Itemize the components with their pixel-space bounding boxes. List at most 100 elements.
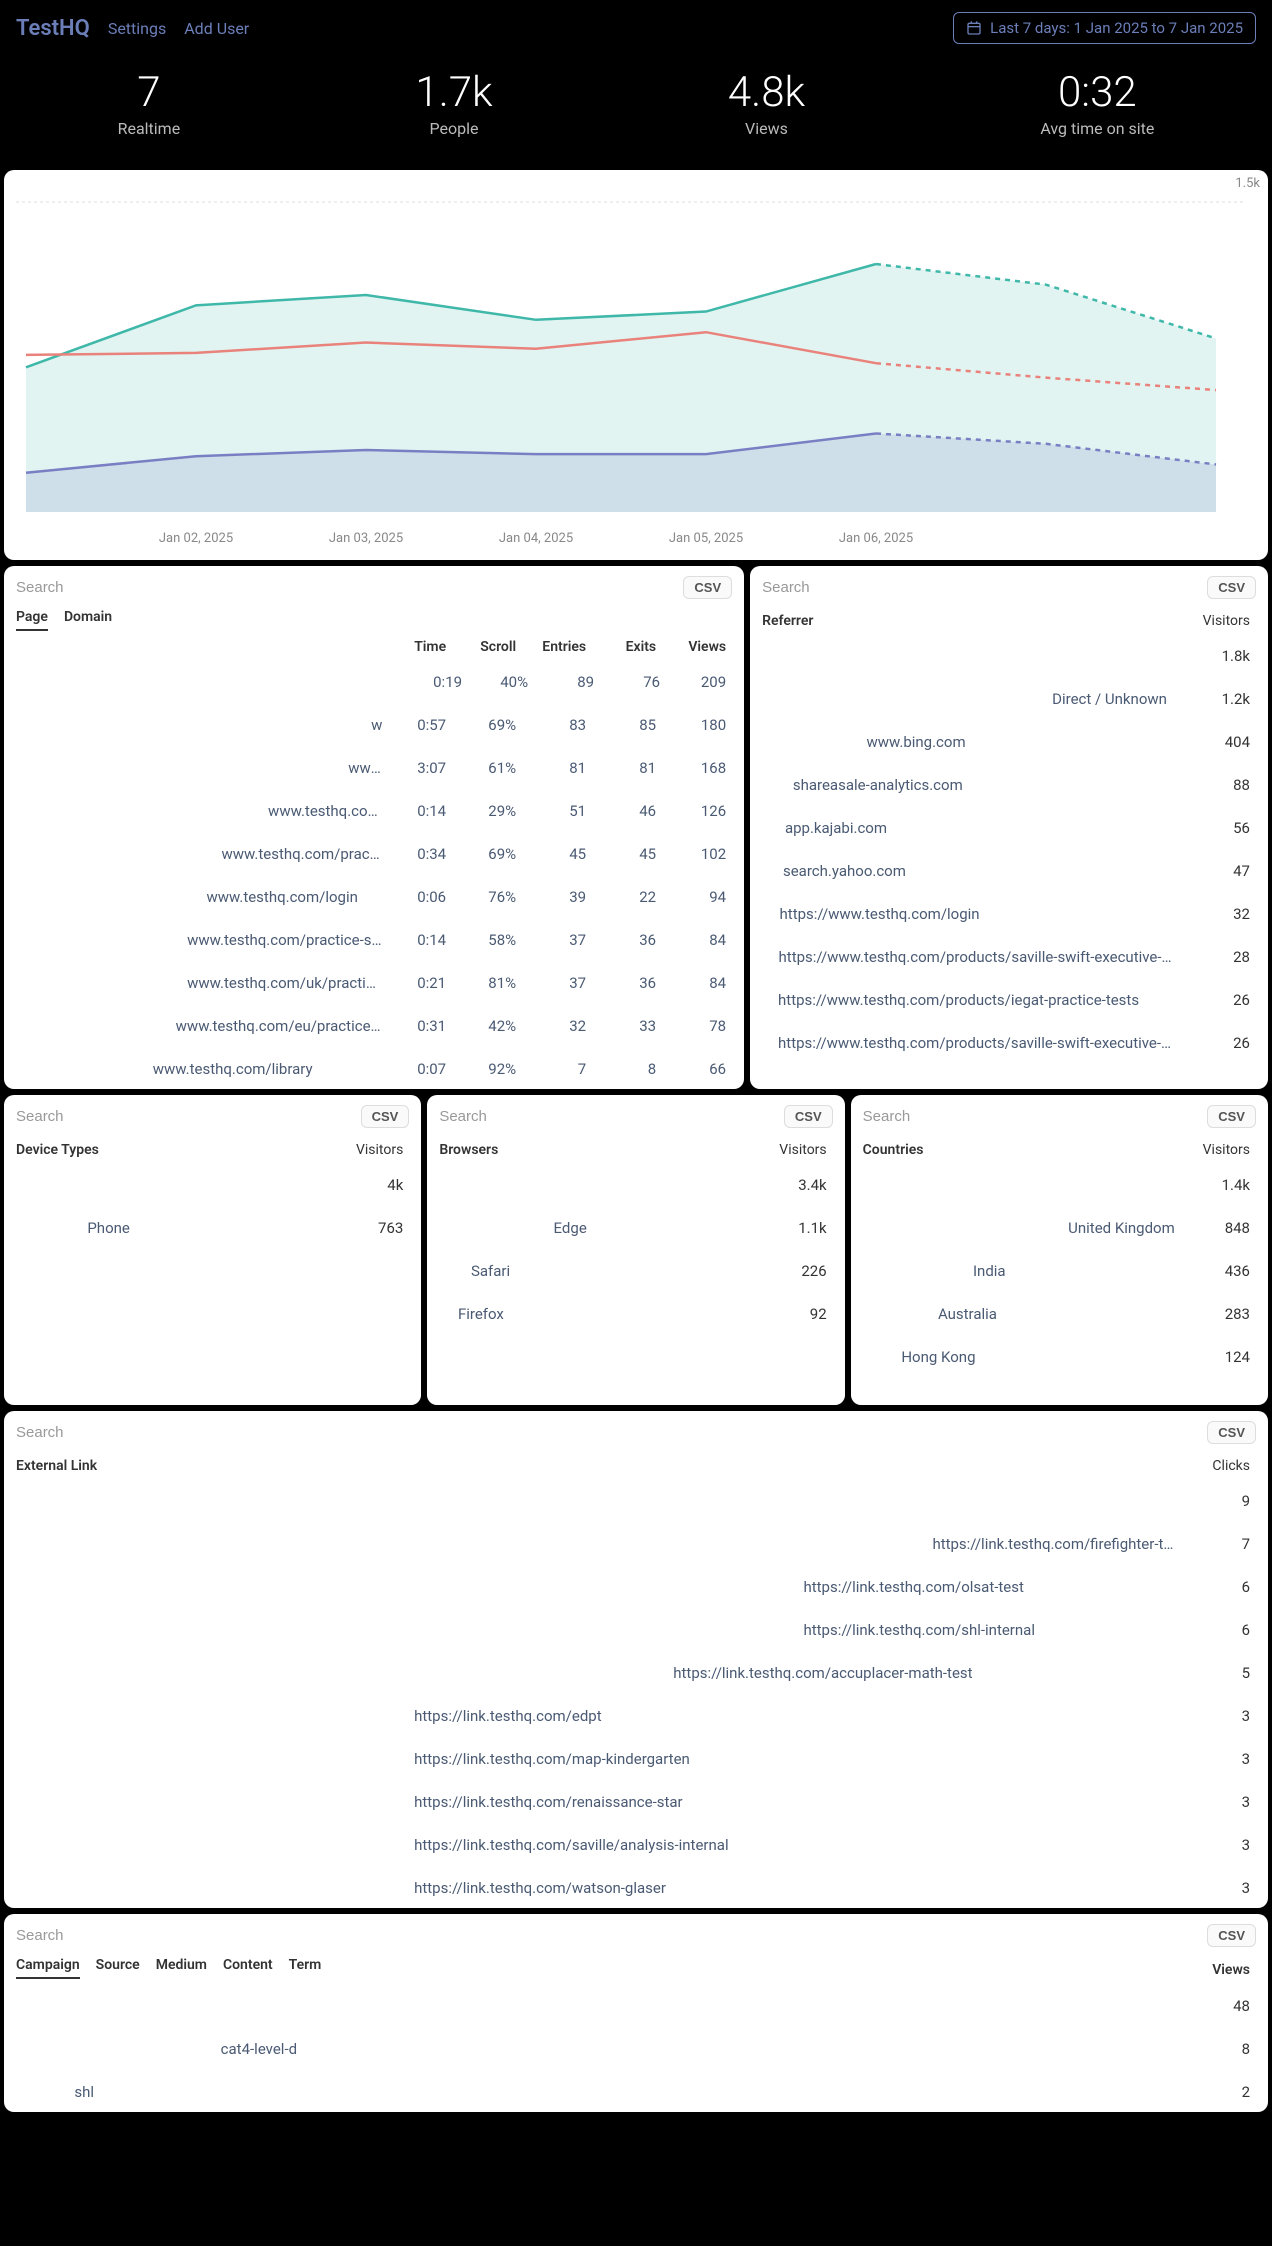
referrers-search-input[interactable] — [762, 579, 882, 596]
date-range-picker[interactable]: Last 7 days: 1 Jan 2025 to 7 Jan 2025 — [953, 12, 1256, 44]
table-row[interactable]: Hong Kong 124 — [863, 1337, 1256, 1377]
table-row[interactable]: Firefox 92 — [439, 1294, 832, 1334]
table-row[interactable]: Safari 226 — [439, 1251, 832, 1291]
table-row[interactable]: Phone 763 — [16, 1208, 409, 1248]
table-row[interactable]: https://link.testhq.com/shl-internal 6 — [16, 1610, 1256, 1650]
row-value: 404 — [1176, 733, 1256, 751]
table-row[interactable]: https://www.testhq.com/products/iegat-pr… — [762, 980, 1256, 1020]
add-user-link[interactable]: Add User — [184, 19, 249, 38]
table-row[interactable]: www.bing.com 404 — [762, 722, 1256, 762]
table-row[interactable]: https://link.testhq.com/watson-glaser 3 — [16, 1868, 1256, 1908]
table-row[interactable]: shl 2 — [16, 2072, 1256, 2112]
row-value: 6 — [1176, 1578, 1256, 1596]
row-value: 3.4k — [756, 1176, 832, 1194]
table-row[interactable]: www.testhq.com/practice-shl-tests 0:14 5… — [16, 920, 732, 960]
col-scroll[interactable]: Scroll — [452, 639, 522, 655]
col-views[interactable]: Views — [662, 639, 732, 655]
table-row[interactable]: Chrome 3.4k — [439, 1165, 832, 1205]
stat-realtime[interactable]: 7 Realtime — [118, 68, 181, 138]
col-link[interactable]: External Link — [16, 1458, 1166, 1474]
stat-views[interactable]: 4.8k Views — [728, 68, 805, 138]
col-browser[interactable]: Browsers — [439, 1142, 742, 1158]
table-row[interactable]: India 436 — [863, 1251, 1256, 1291]
cell-exits: 81 — [592, 759, 662, 777]
browsers-search-input[interactable] — [439, 1108, 559, 1125]
table-row[interactable]: www.testhq.com/ 0:19 40% 89 76 209 — [16, 662, 732, 702]
table-row[interactable]: https://link.testhq.com/saville/analysis… — [16, 1825, 1256, 1865]
table-row[interactable]: cat4-level-d 8 — [16, 2029, 1256, 2069]
cell-views: 66 — [662, 1060, 732, 1078]
table-row[interactable]: https://www.testhq.com/login 32 — [762, 894, 1256, 934]
col-referrer[interactable]: Referrer — [762, 613, 1166, 629]
browsers-csv-button[interactable]: CSV — [784, 1105, 833, 1128]
pages-csv-button[interactable]: CSV — [683, 576, 732, 599]
table-row[interactable]: United States 1.4k — [863, 1165, 1256, 1205]
row-value: 32 — [1176, 905, 1256, 923]
table-row[interactable]: www.testhq.com/practice-cat4-test 0:14 2… — [16, 791, 732, 831]
table-row[interactable]: search.yahoo.com 47 — [762, 851, 1256, 891]
tab-content[interactable]: Content — [223, 1957, 273, 1979]
links-csv-button[interactable]: CSV — [1207, 1421, 1256, 1444]
table-row[interactable]: https://link.testhq.com/olsat-test 6 — [16, 1567, 1256, 1607]
countries-csv-button[interactable]: CSV — [1207, 1105, 1256, 1128]
col-exits[interactable]: Exits — [592, 639, 662, 655]
table-row[interactable]: www.testhq.com/uk/practice-watson-glaser… — [16, 963, 732, 1003]
logo[interactable]: TestHQ — [16, 16, 90, 41]
table-row[interactable]: https://link.testhq.com/firefighter-test… — [16, 1524, 1256, 1564]
table-row[interactable]: shareasale-analytics.com 88 — [762, 765, 1256, 805]
table-row[interactable]: www.testhq.com/login 0:06 76% 39 22 94 — [16, 877, 732, 917]
table-row[interactable]: https://link.testhq.com/accuplacer-math-… — [16, 1653, 1256, 1693]
pages-search-input[interactable] — [16, 579, 136, 596]
table-row[interactable]: United Kingdom 848 — [863, 1208, 1256, 1248]
table-row[interactable]: Australia 283 — [863, 1294, 1256, 1334]
devices-search-input[interactable] — [16, 1108, 136, 1125]
col-time[interactable]: Time — [382, 639, 452, 655]
stat-people[interactable]: 1.7k People — [415, 68, 492, 138]
table-row[interactable]: www.testhq.com/eu/practice-shl-tests 0:3… — [16, 1006, 732, 1046]
campaigns-search-input[interactable] — [16, 1927, 136, 1944]
col-visitors[interactable]: Visitors — [1166, 1142, 1256, 1158]
tab-source[interactable]: Source — [96, 1957, 140, 1979]
devices-csv-button[interactable]: CSV — [361, 1105, 410, 1128]
col-views[interactable]: Views — [1166, 1962, 1256, 1978]
table-row[interactable]: https://link.testhq.com/edpt 3 — [16, 1696, 1256, 1736]
table-row[interactable]: watson-glaser 48 — [16, 1986, 1256, 2026]
campaigns-csv-button[interactable]: CSV — [1207, 1924, 1256, 1947]
countries-search-input[interactable] — [863, 1108, 983, 1125]
traffic-chart[interactable] — [16, 182, 1246, 522]
cell-entries: 83 — [522, 716, 592, 734]
col-clicks[interactable]: Clicks — [1166, 1458, 1256, 1474]
cell-entries: 81 — [522, 759, 592, 777]
referrers-csv-button[interactable]: CSV — [1207, 576, 1256, 599]
tab-term[interactable]: Term — [289, 1957, 322, 1979]
tab-page[interactable]: Page — [16, 609, 48, 631]
table-row[interactable]: https://www.testhq.com/products/saville-… — [762, 1023, 1256, 1063]
tab-domain[interactable]: Domain — [64, 609, 112, 631]
settings-link[interactable]: Settings — [108, 19, 166, 38]
table-row[interactable]: www.testhq.com/blog/ubs-assessment 3:07 … — [16, 748, 732, 788]
table-row[interactable]: https://link.testhq.com/map-kindergarten… — [16, 1739, 1256, 1779]
stat-avg-time-on-site[interactable]: 0:32 Avg time on site — [1040, 68, 1154, 138]
table-row[interactable]: https://link.testhq.com/renaissance-star… — [16, 1782, 1256, 1822]
links-search-input[interactable] — [16, 1424, 136, 1441]
col-entries[interactable]: Entries — [522, 639, 592, 655]
table-row[interactable]: Desktop 4k — [16, 1165, 409, 1205]
table-row[interactable]: app.kajabi.com 56 — [762, 808, 1256, 848]
table-row[interactable]: Edge 1.1k — [439, 1208, 832, 1248]
table-row[interactable]: www.google.com 1.8k — [762, 636, 1256, 676]
table-row[interactable]: www.testhq.com/practice-aptitude-tests 0… — [16, 834, 732, 874]
tab-medium[interactable]: Medium — [156, 1957, 207, 1979]
table-row[interactable]: www.testhq.com/blog/ravens-progressive-m… — [16, 705, 732, 745]
table-row[interactable]: Direct / Unknown 1.2k — [762, 679, 1256, 719]
col-visitors[interactable]: Visitors — [743, 1142, 833, 1158]
col-country[interactable]: Countries — [863, 1142, 1166, 1158]
col-visitors[interactable]: Visitors — [319, 1142, 409, 1158]
col-device[interactable]: Device Types — [16, 1142, 319, 1158]
row-value: 283 — [1176, 1305, 1256, 1323]
tab-campaign[interactable]: Campaign — [16, 1957, 80, 1979]
row-value: 436 — [1176, 1262, 1256, 1280]
table-row[interactable]: www.testhq.com/library 0:07 92% 7 8 66 — [16, 1049, 732, 1089]
table-row[interactable]: https://link.testhq.com/talent-q-interna… — [16, 1481, 1256, 1521]
table-row[interactable]: https://www.testhq.com/products/saville-… — [762, 937, 1256, 977]
col-visitors[interactable]: Visitors — [1166, 613, 1256, 629]
